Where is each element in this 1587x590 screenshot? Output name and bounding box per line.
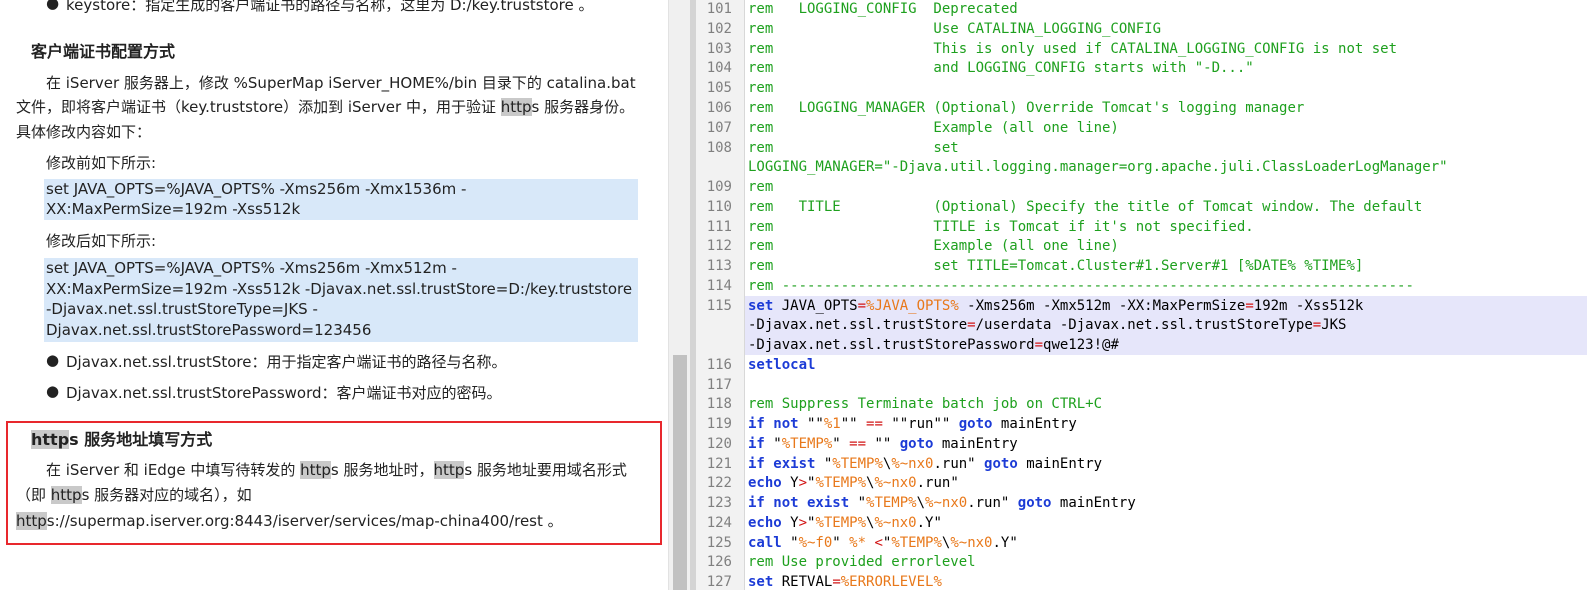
text: s 服务地址时， (330, 461, 434, 479)
code-line[interactable]: setlocal (748, 357, 815, 373)
text: 在 iServer 和 iEdge 中填写待转发的 (46, 461, 301, 479)
code-block-after: set JAVA_OPTS=%JAVA_OPTS% -Xms256m -Xmx5… (44, 258, 638, 342)
line-number: 110 (706, 199, 732, 215)
code-line[interactable]: rem This is only used if CATALINA_LOGGIN… (748, 41, 1397, 57)
text: s 服务器对应的域名），如 (81, 486, 252, 504)
line-number: 116 (706, 357, 732, 373)
code-line-set-java-opts[interactable]: set JAVA_OPTS=%JAVA_OPTS% -Xms256m -Xmx5… (748, 298, 1363, 314)
code-line: set JAVA_OPTS=%JAVA_OPTS% -Xms256m -Xmx5… (46, 259, 457, 277)
code-line[interactable]: rem set (748, 140, 959, 156)
code-line[interactable]: rem TITLE (Optional) Specify the title o… (748, 199, 1422, 215)
code-line[interactable]: rem and LOGGING_CONFIG starts with "-D..… (748, 60, 1254, 76)
code-block-before: set JAVA_OPTS=%JAVA_OPTS% -Xms256m -Xmx1… (44, 179, 638, 220)
service-url-text: s://supermap.iserver.org:8443/iserver/se… (46, 512, 563, 530)
code-line[interactable]: if not exist "%TEMP%\%~nx0.run" goto mai… (748, 495, 1136, 511)
code-line[interactable]: rem Use CATALINA_LOGGING_CONFIG (748, 21, 1161, 37)
section-title-https-address: https 服务地址填写方式 (31, 426, 212, 450)
bullet-text: keystore：指定生成的客户端证书的路径与名称，这里为 D:/key.tru… (66, 0, 594, 14)
line-number: 120 (706, 436, 732, 452)
line-number: 118 (706, 396, 732, 412)
text: s 服务地址填写方式 (69, 430, 213, 449)
text: s 服务器身份。 (531, 98, 635, 116)
line-number: 122 (706, 475, 732, 491)
code-line[interactable]: if exist "%TEMP%\%~nx0.run" goto mainEnt… (748, 456, 1102, 472)
line-number: 125 (706, 535, 732, 551)
code-line: set JAVA_OPTS=%JAVA_OPTS% -Xms256m -Xmx1… (46, 180, 467, 198)
line-number: 104 (706, 60, 732, 76)
after-label: 修改后如下所示: (46, 232, 157, 250)
code-line[interactable]: call "%~f0" %* <"%TEMP%\%~nx0.Y" (748, 535, 1018, 551)
text: 文件，即将客户端证书（key.truststore）添加到 iServer 中，… (16, 98, 501, 116)
documentation-pane: ● keystore：指定生成的客户端证书的路径与名称，这里为 D:/key.t… (0, 0, 668, 590)
code-line[interactable]: rem Example (all one line) (748, 120, 1119, 136)
code-line[interactable]: rem Example (all one line) (748, 238, 1119, 254)
section-title-client-cert: 客户端证书配置方式 (31, 42, 176, 61)
code-line: XX:MaxPermSize=192m -Xss512k (46, 200, 301, 218)
code-line[interactable]: rem Use provided errorlevel (748, 554, 976, 570)
code-line[interactable]: rem (748, 80, 773, 96)
bullet-text: Djavax.net.ssl.trustStorePassword：客户端证书对… (66, 384, 502, 402)
code-line[interactable]: rem LOGGING_CONFIG Deprecated (748, 1, 1018, 17)
code-line: Djavax.net.ssl.trustStorePassword=123456 (46, 320, 372, 339)
line-number: 115 (706, 298, 732, 314)
line-number: 113 (706, 258, 732, 274)
paragraph-line: （即 https 服务器对应的域名），如 (16, 484, 252, 505)
line-number: 112 (706, 238, 732, 254)
line-number: 114 (706, 278, 732, 294)
scrollbar-thumb[interactable] (673, 355, 687, 590)
line-number: 126 (706, 554, 732, 570)
code-line-wrapped[interactable]: LOGGING_MANAGER="-Djava.util.logging.man… (748, 159, 1448, 175)
code-line[interactable]: rem TITLE is Tomcat if it's not specifie… (748, 219, 1254, 235)
code-line[interactable]: echo Y>"%TEMP%\%~nx0.run" (748, 475, 959, 491)
line-number: 109 (706, 179, 732, 195)
line-number: 106 (706, 100, 732, 116)
vertical-scrollbar[interactable] (668, 0, 691, 590)
code-line-wrapped[interactable]: -Djavax.net.ssl.trustStorePassword=qwe12… (748, 337, 1119, 353)
bullet-text: Djavax.net.ssl.trustStore：用于指定客户端证书的路径与名… (66, 353, 507, 371)
bullet-icon: ● (46, 0, 60, 12)
code-line[interactable]: echo Y>"%TEMP%\%~nx0.Y" (748, 515, 942, 531)
line-number: 117 (706, 377, 732, 393)
code-line: XX:MaxPermSize=192m -Xss512k -Djavax.net… (46, 279, 633, 298)
search-highlight: http (16, 512, 47, 530)
search-highlight: http (500, 98, 532, 116)
paragraph-line: 文件，即将客户端证书（key.truststore）添加到 iServer 中，… (16, 96, 634, 117)
paragraph-line: 具体修改内容如下： (16, 123, 152, 141)
before-label: 修改前如下所示: (46, 154, 157, 172)
search-highlight: http (433, 461, 465, 479)
code-line[interactable]: rem set TITLE=Tomcat.Cluster#1.Server#1 … (748, 258, 1363, 274)
code-line[interactable]: set RETVAL=%ERRORLEVEL% (748, 574, 942, 590)
code-line[interactable]: rem ------------------------------------… (748, 278, 1414, 294)
line-number: 108 (706, 140, 732, 156)
text: s 服务地址要用域名形式 (464, 461, 627, 479)
code-line[interactable]: if not ""%1"" == ""run"" goto mainEntry (748, 416, 1077, 432)
line-number: 105 (706, 80, 732, 96)
code-line[interactable]: rem (748, 179, 773, 195)
code-line-wrapped[interactable]: -Djavax.net.ssl.trustStore=/userdata -Dj… (748, 317, 1346, 333)
line-number: 119 (706, 416, 732, 432)
line-number: 101 (706, 1, 732, 17)
line-number: 102 (706, 21, 732, 37)
code-line[interactable]: rem LOGGING_MANAGER (Optional) Override … (748, 100, 1304, 116)
bullet-icon: ● (46, 382, 60, 400)
search-highlight: http (31, 430, 70, 449)
search-highlight: http (50, 486, 82, 504)
line-number: 121 (706, 456, 732, 472)
bullet-icon: ● (46, 351, 60, 369)
code-line[interactable]: rem Suppress Terminate batch job on CTRL… (748, 396, 1102, 412)
line-number: 107 (706, 120, 732, 136)
code-line[interactable]: if "%TEMP%" == "" goto mainEntry (748, 436, 1018, 452)
line-number: 103 (706, 41, 732, 57)
paragraph-line: 在 iServer 和 iEdge 中填写待转发的 https 服务地址时，ht… (46, 459, 627, 480)
line-number: 123 (706, 495, 732, 511)
line-number: 124 (706, 515, 732, 531)
paragraph-line: 在 iServer 服务器上，修改 %SuperMap iServer_HOME… (46, 74, 636, 92)
text: （即 (16, 486, 51, 504)
code-editor[interactable]: 101 102 103 104 105 106 107 108 109 110 111 112 113 1… (696, 0, 1587, 590)
search-highlight: http (300, 461, 331, 479)
line-number: 111 (706, 219, 732, 235)
paragraph-line: https://supermap.iserver.org:8443/iserve… (16, 510, 563, 531)
code-line: -Djavax.net.ssl.trustStoreType=JKS - (46, 300, 318, 318)
line-number: 127 (706, 574, 732, 590)
